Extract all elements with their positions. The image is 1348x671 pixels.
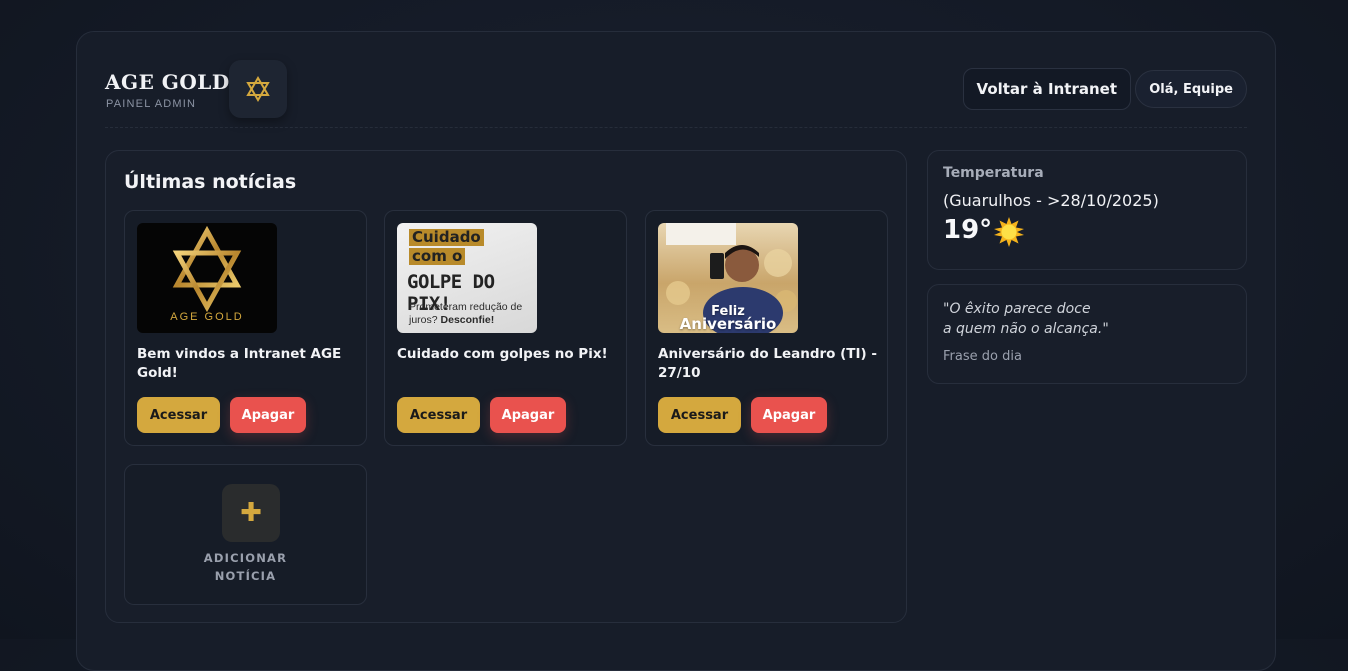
thumbnail-text: Cuidado: [409, 229, 484, 246]
quote-card: "O êxito parece doce a quem não o alcanç…: [927, 284, 1247, 384]
news-card: Cuidado com o GOLPE DO PIX! Prometeram r…: [384, 210, 627, 446]
news-thumbnail[interactable]: Feliz Aniversário: [658, 223, 798, 333]
sun-icon: [994, 217, 1024, 247]
news-card: Feliz Aniversário Aniversário do Leandro…: [645, 210, 888, 446]
thumbnail-text: com o: [409, 248, 466, 265]
news-card-title: Cuidado com golpes no Pix!: [397, 346, 608, 362]
back-to-intranet-button[interactable]: Voltar à Intranet: [962, 68, 1131, 110]
user-greeting-chip[interactable]: Olá, Equipe: [1135, 70, 1247, 108]
quote-caption: Frase do dia: [943, 349, 1022, 364]
brand-title: AGE GOLD: [105, 70, 230, 94]
star-logo-icon[interactable]: [229, 60, 287, 118]
birthday-photo: Feliz Aniversário: [658, 223, 798, 333]
thumbnail-subtext: Prometeram redução de juros? Desconfie!: [409, 301, 523, 326]
add-news-button[interactable]: ✚ ADICIONAR NOTÍCIA: [124, 464, 367, 605]
news-card-title: Bem vindos a Intranet AGE Gold!: [137, 346, 342, 381]
news-card-title: Aniversário do Leandro (TI) - 27/10: [658, 346, 877, 381]
news-thumbnail[interactable]: AGE GOLD: [137, 223, 277, 333]
thumbnail-text: Aniversário: [679, 315, 777, 333]
weather-location: (Guarulhos - >28/10/2025): [943, 191, 1159, 210]
temperature-value: 19°: [943, 215, 993, 245]
weather-label: Temperatura: [943, 165, 1044, 181]
thumbnail-caption: AGE GOLD: [170, 311, 244, 323]
access-button[interactable]: Acessar: [658, 397, 741, 433]
weather-card: Temperatura (Guarulhos - >28/10/2025) 19…: [927, 150, 1247, 270]
access-button[interactable]: Acessar: [137, 397, 220, 433]
news-card: AGE GOLD Bem vindos a Intranet AGE Gold!…: [124, 210, 367, 446]
header: AGE GOLD PAINEL ADMIN Voltar à Intranet …: [105, 60, 1247, 128]
quote-text: "O êxito parece doce a quem não o alcanç…: [943, 301, 1109, 337]
news-panel: Últimas notícias AGE GOLD Bem vindos a I…: [105, 150, 907, 623]
delete-button[interactable]: Apagar: [490, 397, 566, 433]
news-section-title: Últimas notícias: [124, 171, 297, 193]
delete-button[interactable]: Apagar: [751, 397, 827, 433]
admin-panel: AGE GOLD PAINEL ADMIN Voltar à Intranet …: [76, 31, 1276, 671]
add-news-label: ADICIONAR NOTÍCIA: [203, 551, 288, 583]
access-button[interactable]: Acessar: [397, 397, 480, 433]
brand-subtitle: PAINEL ADMIN: [106, 98, 197, 110]
pix-warning-image: Cuidado com o GOLPE DO PIX! Prometeram r…: [397, 223, 537, 333]
news-thumbnail[interactable]: Cuidado com o GOLPE DO PIX! Prometeram r…: [397, 223, 537, 333]
plus-icon: ✚: [222, 484, 280, 542]
delete-button[interactable]: Apagar: [230, 397, 306, 433]
